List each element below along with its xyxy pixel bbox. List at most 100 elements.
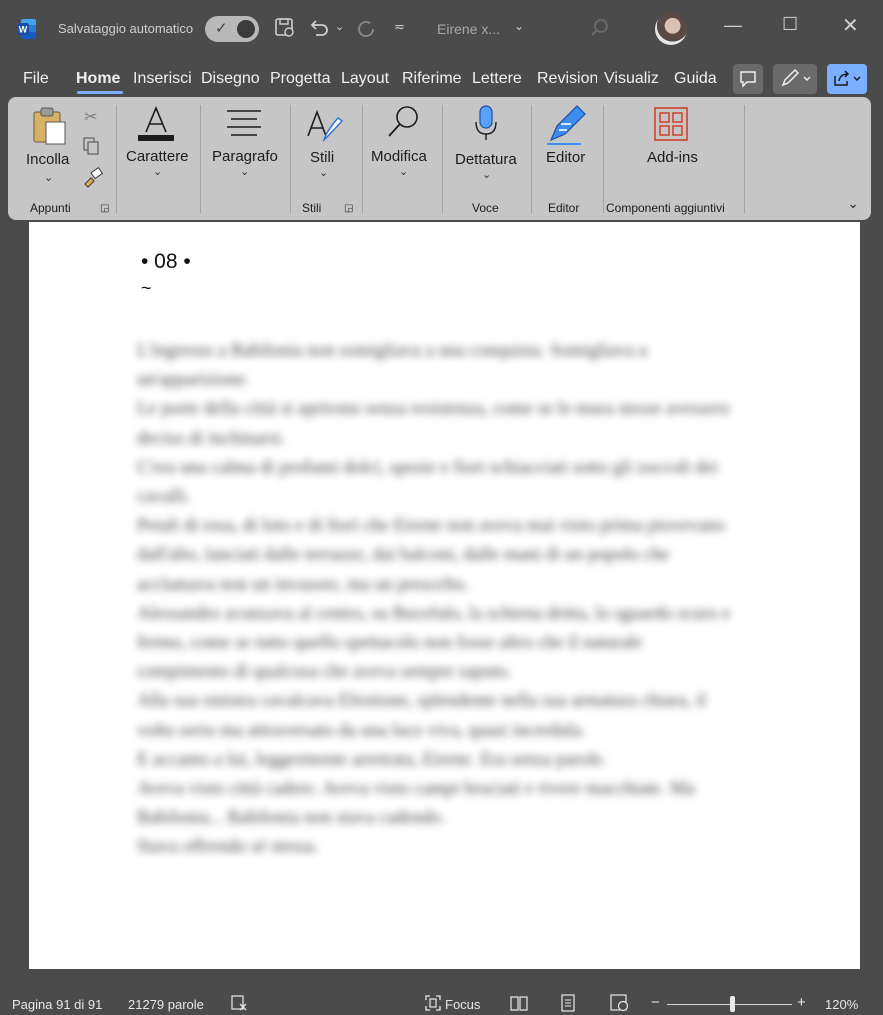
customize-qat-icon[interactable]: ≂ bbox=[394, 19, 405, 35]
paragraph: Alla sua sinistra cavalcava Efestione, s… bbox=[137, 691, 707, 741]
share-icon bbox=[834, 70, 861, 86]
modifica-label: Modifica bbox=[371, 148, 427, 165]
paragraph: Petali di rosa, di loto e di fiori che E… bbox=[137, 516, 725, 595]
toggle-knob bbox=[237, 20, 255, 38]
autosave-label: Salvataggio automatico bbox=[58, 21, 194, 36]
tab-visualizza[interactable]: Visualiz bbox=[604, 70, 666, 88]
group-carattere[interactable]: Carattere ⌄ bbox=[117, 97, 199, 220]
paragraph: E accanto a lui, leggermente arretrata, … bbox=[137, 749, 607, 770]
chapter-number: • 08 • bbox=[141, 250, 191, 273]
ribbon-options-chevron-icon[interactable]: ⌄ bbox=[847, 195, 859, 212]
paragraph: C'era una calma di profumi dolci, spezie… bbox=[137, 457, 718, 508]
undo-icon[interactable] bbox=[307, 17, 331, 39]
appunti-group-label: Appunti bbox=[30, 201, 71, 215]
paragraph-icon bbox=[227, 110, 261, 136]
font-icon bbox=[138, 105, 174, 141]
maximize-icon[interactable]: ☐ bbox=[782, 14, 798, 35]
print-layout-icon[interactable] bbox=[560, 994, 576, 1012]
active-tab-indicator bbox=[77, 91, 123, 94]
user-avatar[interactable] bbox=[655, 13, 687, 45]
share-button[interactable] bbox=[827, 64, 867, 94]
zoom-level[interactable]: 120% bbox=[825, 997, 858, 1012]
title-bar: W Salvataggio automatico ✓ ⌄ ≂ Eirene x.… bbox=[0, 0, 883, 60]
search-icon bbox=[388, 106, 418, 137]
carattere-label: Carattere bbox=[126, 148, 189, 165]
paragraph: Stava offrendo sé stessa. bbox=[137, 837, 319, 858]
comments-icon bbox=[740, 71, 756, 88]
group-paragrafo[interactable]: Paragrafo ⌄ bbox=[201, 97, 289, 220]
dettatura-label[interactable]: Dettatura bbox=[455, 151, 517, 168]
stili-label: Stili bbox=[310, 149, 335, 166]
voce-group-label: Voce bbox=[472, 201, 499, 215]
tab-file[interactable]: File bbox=[23, 70, 49, 88]
redo-icon[interactable] bbox=[355, 17, 379, 41]
document-name-chevron-icon[interactable]: ⌄ bbox=[514, 19, 524, 33]
proofing-icon[interactable] bbox=[230, 994, 248, 1012]
editing-pen-icon bbox=[781, 68, 811, 87]
group-editor: Editor Editor bbox=[532, 97, 602, 220]
cut-icon[interactable]: ✂ bbox=[84, 107, 97, 127]
document-page[interactable]: • 08 • ~ L'ingresso a Babilonia non somi… bbox=[29, 222, 860, 969]
tab-lettere[interactable]: Lettere bbox=[472, 70, 522, 88]
close-icon[interactable]: ✕ bbox=[842, 13, 859, 38]
group-voce: Dettatura ⌄ Voce bbox=[443, 97, 530, 220]
tab-progetta[interactable]: Progetta bbox=[270, 70, 333, 88]
zoom-in-icon[interactable]: + bbox=[797, 994, 806, 1011]
tab-riferimenti[interactable]: Riferime bbox=[402, 70, 465, 88]
undo-dropdown-chevron-icon[interactable]: ⌄ bbox=[335, 20, 344, 33]
tab-revisione[interactable]: Revision bbox=[537, 70, 597, 88]
zoom-out-icon[interactable]: − bbox=[651, 994, 660, 1011]
group-modifica[interactable]: Modifica ⌄ bbox=[363, 97, 441, 220]
search-icon[interactable] bbox=[590, 18, 610, 38]
incolla-label[interactable]: Incolla bbox=[26, 151, 69, 168]
tab-layout[interactable]: Layout bbox=[341, 70, 389, 88]
editing-mode-button[interactable] bbox=[773, 64, 817, 94]
tab-guida[interactable]: Guida bbox=[674, 70, 717, 88]
paragraph: Aveva visto città cadere. Aveva visto ca… bbox=[137, 779, 695, 829]
add-ins-label[interactable]: Add-ins bbox=[647, 149, 698, 166]
group-appunti: Incolla ⌄ ✂ Appunti ◲ bbox=[8, 97, 116, 220]
word-count[interactable]: 21279 parole bbox=[128, 997, 204, 1012]
tab-inserisci[interactable]: Inserisci bbox=[133, 70, 197, 88]
modifica-chevron-icon: ⌄ bbox=[399, 166, 409, 178]
format-painter-icon[interactable] bbox=[81, 167, 103, 189]
editor-label[interactable]: Editor bbox=[546, 149, 585, 166]
appunti-launcher-icon[interactable]: ◲ bbox=[100, 203, 109, 214]
tab-disegno[interactable]: Disegno bbox=[201, 70, 265, 88]
autosave-toggle[interactable]: ✓ bbox=[205, 16, 259, 42]
componenti-group-label: Componenti aggiuntivi bbox=[606, 201, 725, 215]
ribbon-home: Incolla ⌄ ✂ Appunti ◲ Carattere ⌄ Paragr… bbox=[8, 97, 871, 220]
incolla-chevron-icon[interactable]: ⌄ bbox=[44, 171, 53, 184]
group-stili[interactable]: Stili ⌄ Stili ◲ bbox=[291, 97, 361, 220]
document-name[interactable]: Eirene x... bbox=[437, 21, 500, 37]
save-sync-icon[interactable] bbox=[274, 17, 296, 39]
focus-label[interactable]: Focus bbox=[445, 997, 480, 1012]
web-layout-icon[interactable] bbox=[610, 994, 630, 1012]
copy-icon[interactable] bbox=[81, 136, 101, 156]
add-ins-icon[interactable] bbox=[653, 106, 689, 142]
editor-icon[interactable] bbox=[545, 104, 589, 146]
zoom-slider-thumb[interactable] bbox=[730, 996, 735, 1012]
status-bar: Pagina 91 di 91 21279 parole Focus − + 1… bbox=[0, 990, 883, 1015]
paragraph: Alessandro avanzava al centro, su Bucefa… bbox=[137, 603, 731, 683]
stili-launcher-icon[interactable]: ◲ bbox=[344, 203, 353, 214]
paragraph: Le porte della città si aprirono senza r… bbox=[137, 399, 730, 449]
ribbon-separator bbox=[744, 105, 745, 213]
focus-icon[interactable] bbox=[424, 994, 442, 1012]
word-icon[interactable]: W bbox=[17, 18, 37, 40]
check-icon: ✓ bbox=[215, 20, 228, 37]
paragraph: L'ingresso a Babilonia non somigliava a … bbox=[137, 341, 647, 391]
dettatura-chevron-icon[interactable]: ⌄ bbox=[482, 168, 491, 181]
comments-button[interactable] bbox=[733, 64, 763, 94]
app-letter: W bbox=[19, 25, 28, 35]
stili-group-label: Stili bbox=[302, 201, 322, 215]
document-body-text[interactable]: L'ingresso a Babilonia non somigliava a … bbox=[137, 337, 737, 863]
editor-group-label: Editor bbox=[548, 201, 580, 215]
tab-home[interactable]: Home bbox=[76, 70, 120, 88]
read-mode-icon[interactable] bbox=[509, 994, 529, 1012]
microphone-icon[interactable] bbox=[472, 104, 500, 144]
paste-icon[interactable] bbox=[31, 106, 69, 146]
minimize-icon[interactable]: — bbox=[724, 15, 742, 36]
page-count[interactable]: Pagina 91 di 91 bbox=[12, 997, 102, 1012]
carattere-chevron-icon: ⌄ bbox=[153, 166, 163, 178]
